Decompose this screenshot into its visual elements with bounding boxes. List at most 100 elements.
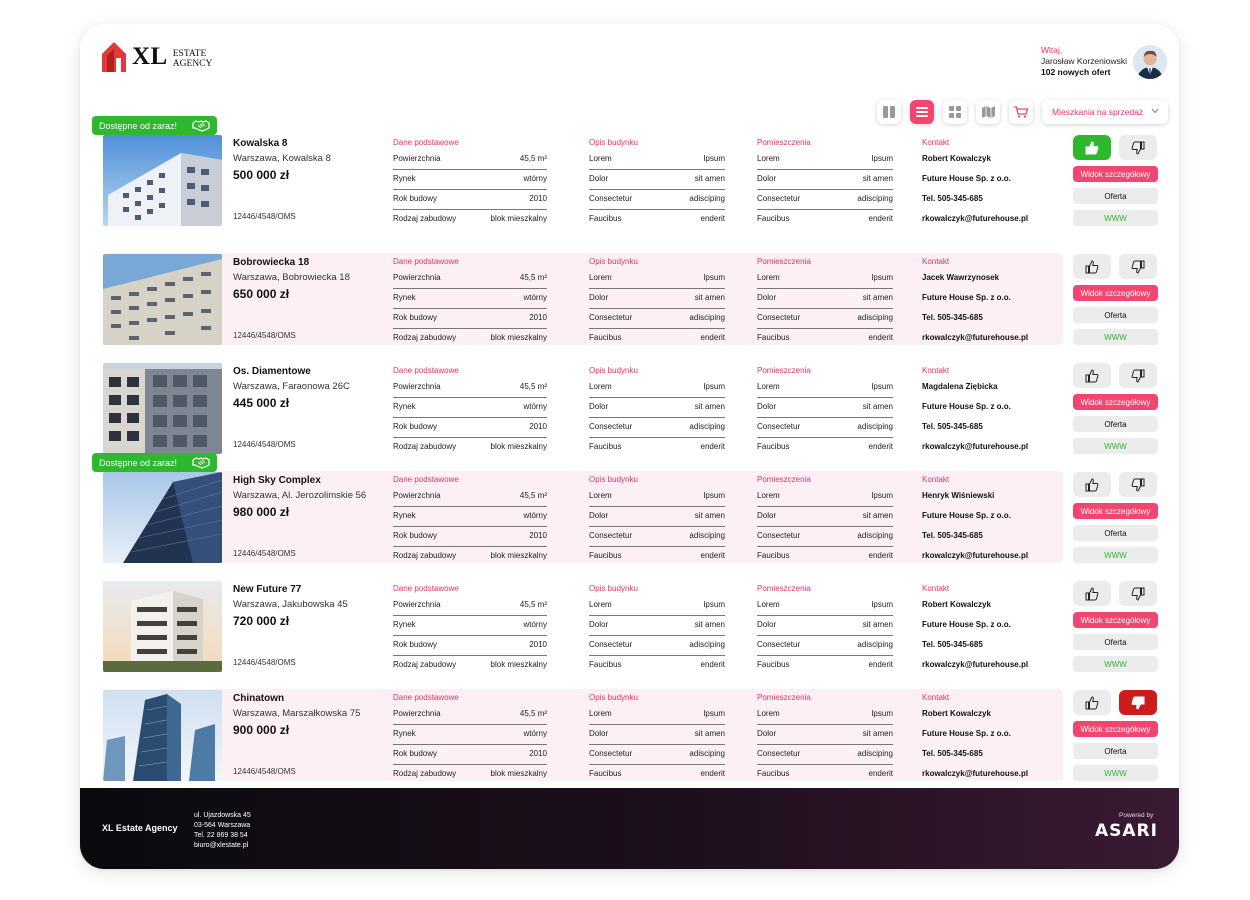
property-photo[interactable] xyxy=(103,581,222,672)
cart-button[interactable] xyxy=(1009,100,1033,124)
section-title: Pomieszczenia xyxy=(757,257,811,266)
contact-email[interactable]: rkowalczyk@futurehouse.pl xyxy=(922,438,1028,458)
property-title[interactable]: Bobrowiecka 18 xyxy=(233,257,309,268)
offer-button[interactable]: Oferta xyxy=(1073,634,1158,650)
contact-phone[interactable]: Tel. 505-345-685 xyxy=(922,418,1028,438)
www-button[interactable]: WWW xyxy=(1073,329,1158,345)
property-photo[interactable] xyxy=(103,690,222,781)
map-view-button[interactable] xyxy=(976,100,1000,124)
contact-phone[interactable]: Tel. 505-345-685 xyxy=(922,745,1028,765)
contact-phone[interactable]: Tel. 505-345-685 xyxy=(922,636,1028,656)
building-row: Consectetur adisciping xyxy=(589,418,725,438)
listing-row[interactable]: Os. Diamentowe Warszawa, Faraonowa 26C 4… xyxy=(80,362,1179,454)
offer-button[interactable]: Oferta xyxy=(1073,416,1158,432)
contact-name: Robert Kowalczyk xyxy=(922,709,991,718)
property-ref: 12446/4548/OMS xyxy=(233,212,296,221)
property-price: 650 000 zł xyxy=(233,287,290,301)
contact-email[interactable]: rkowalczyk@futurehouse.pl xyxy=(922,210,1028,230)
rooms-row: Consectetur adisciping xyxy=(757,418,893,438)
market-row: Rynek wtórny xyxy=(393,398,547,418)
contact-email[interactable]: rkowalczyk@futurehouse.pl xyxy=(922,765,1028,785)
like-button[interactable] xyxy=(1073,135,1111,160)
rooms-label: Faucibus xyxy=(757,442,790,451)
section-title: Dane podstawowe xyxy=(393,693,459,702)
detail-view-button[interactable]: Widok szczegółowy xyxy=(1073,166,1158,182)
dislike-button[interactable] xyxy=(1119,135,1157,160)
area-value: 45,5 m² xyxy=(519,709,547,718)
rooms-value: Ipsum xyxy=(871,154,893,163)
www-button[interactable]: WWW xyxy=(1073,765,1158,781)
dislike-button[interactable] xyxy=(1119,472,1157,497)
detail-view-button[interactable]: Widok szczegółowy xyxy=(1073,721,1158,737)
detail-view-button[interactable]: Widok szczegółowy xyxy=(1073,503,1158,519)
like-button[interactable] xyxy=(1073,363,1111,388)
year-label: Rok budowy xyxy=(393,749,438,758)
rooms-label: Consectetur xyxy=(757,194,801,203)
section-title: Dane podstawowe xyxy=(393,366,459,375)
dislike-button[interactable] xyxy=(1119,363,1157,388)
columns-view-button[interactable] xyxy=(877,100,901,124)
www-button[interactable]: WWW xyxy=(1073,547,1158,563)
listing-row[interactable]: Chinatown Warszawa, Marszałkowska 75 900… xyxy=(80,689,1179,781)
www-button[interactable]: WWW xyxy=(1073,438,1158,454)
building-label: Faucibus xyxy=(589,769,622,778)
contact-email[interactable]: rkowalczyk@futurehouse.pl xyxy=(922,656,1028,676)
listing-row[interactable]: New Future 77 Warszawa, Jakubowska 45 72… xyxy=(80,580,1179,672)
listing-actions: Widok szczegółowy Oferta WWW xyxy=(1073,363,1158,454)
detail-view-button[interactable]: Widok szczegółowy xyxy=(1073,394,1158,410)
detail-view-button[interactable]: Widok szczegółowy xyxy=(1073,612,1158,628)
rooms-label: Faucibus xyxy=(757,660,790,669)
avatar[interactable] xyxy=(1133,45,1167,79)
listing-row[interactable]: Kowalska 8 Warszawa, Kowalska 8 500 000 … xyxy=(80,116,1179,226)
handshake-icon xyxy=(192,120,210,132)
footer-email[interactable]: biuro@xlestate.pl xyxy=(194,841,251,851)
property-title[interactable]: High Sky Complex xyxy=(233,475,321,486)
category-select[interactable]: Mieszkania na sprzedaż xyxy=(1042,100,1168,124)
rooms-row: Faucibus enderit xyxy=(757,210,893,230)
property-title[interactable]: Kowalska 8 xyxy=(233,138,287,149)
dislike-button[interactable] xyxy=(1119,254,1157,279)
www-button[interactable]: WWW xyxy=(1073,210,1158,226)
logo[interactable]: XL ESTATE AGENCY xyxy=(102,42,212,72)
rooms-row: Lorem Ipsum xyxy=(757,487,893,507)
asari-logo[interactable]: ASARI xyxy=(1095,821,1158,841)
list-view-button[interactable] xyxy=(910,100,934,124)
like-button[interactable] xyxy=(1073,254,1111,279)
www-button[interactable]: WWW xyxy=(1073,656,1158,672)
property-title[interactable]: Os. Diamentowe xyxy=(233,366,311,377)
property-photo[interactable] xyxy=(103,254,222,345)
property-title[interactable]: New Future 77 xyxy=(233,584,301,595)
listing-row[interactable]: High Sky Complex Warszawa, Al. Jerozolim… xyxy=(80,453,1179,563)
rooms-label: Consectetur xyxy=(757,313,801,322)
property-photo[interactable] xyxy=(103,135,222,226)
offer-button[interactable]: Oferta xyxy=(1073,188,1158,204)
offer-button[interactable]: Oferta xyxy=(1073,743,1158,759)
property-title[interactable]: Chinatown xyxy=(233,693,284,704)
contact-email[interactable]: rkowalczyk@futurehouse.pl xyxy=(922,547,1028,567)
contact-email[interactable]: rkowalczyk@futurehouse.pl xyxy=(922,329,1028,349)
building-label: Consectetur xyxy=(589,640,633,649)
type-label: Rodzaj zabudowy xyxy=(393,214,457,223)
market-label: Rynek xyxy=(393,729,416,738)
building-value: enderit xyxy=(700,769,725,778)
grid-view-button[interactable] xyxy=(943,100,967,124)
contact-phone[interactable]: Tel. 505-345-685 xyxy=(922,190,1028,210)
detail-view-button[interactable]: Widok szczegółowy xyxy=(1073,285,1158,301)
property-photo[interactable] xyxy=(103,363,222,454)
dislike-button[interactable] xyxy=(1119,581,1157,606)
property-photo[interactable] xyxy=(103,472,222,563)
section-title: Opis budynku xyxy=(589,475,638,484)
like-button[interactable] xyxy=(1073,472,1111,497)
contact-section: Kontakt Jacek Wawrzynosek Future House S… xyxy=(922,257,1028,349)
like-button[interactable] xyxy=(1073,690,1111,715)
building-row: Faucibus enderit xyxy=(589,765,725,785)
contact-phone[interactable]: Tel. 505-345-685 xyxy=(922,527,1028,547)
offer-button[interactable]: Oferta xyxy=(1073,525,1158,541)
like-button[interactable] xyxy=(1073,581,1111,606)
dislike-button[interactable] xyxy=(1119,690,1157,715)
contact-phone[interactable]: Tel. 505-345-685 xyxy=(922,309,1028,329)
type-value: blok mieszkalny xyxy=(490,660,547,669)
type-value: blok mieszkalny xyxy=(490,551,547,560)
offer-button[interactable]: Oferta xyxy=(1073,307,1158,323)
listing-row[interactable]: Bobrowiecka 18 Warszawa, Bobrowiecka 18 … xyxy=(80,253,1179,345)
